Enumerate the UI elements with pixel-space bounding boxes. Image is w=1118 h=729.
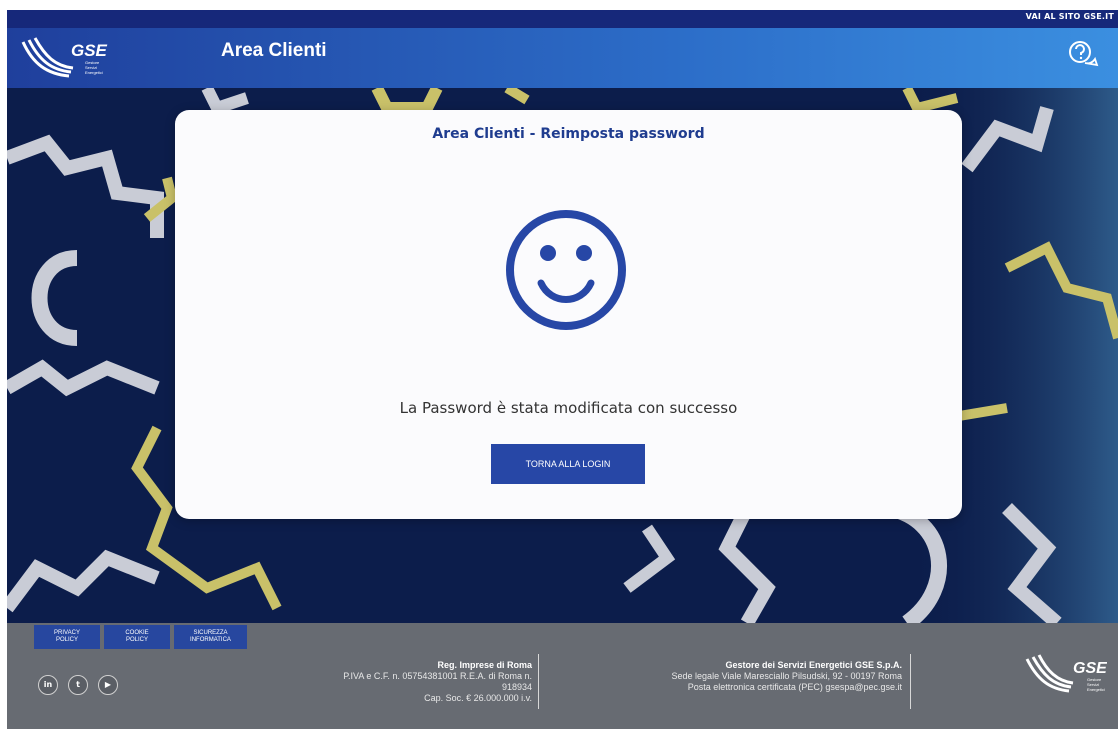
twitter-icon[interactable]: t [68,675,88,695]
youtube-icon[interactable]: ▶ [98,675,118,695]
hero-background: Area Clienti - Reimposta password La Pas… [7,88,1118,623]
top-strip: VAI AL SITO GSE.IT [7,10,1118,28]
gse-site-link[interactable]: VAI AL SITO GSE.IT [1026,12,1114,21]
privacy-policy-link[interactable]: PRIVACY POLICY [34,625,100,649]
company-info: Gestore dei Servizi Energetici GSE S.p.A… [671,660,902,692]
footer-divider [910,654,911,709]
header: GSE Gestore Servizi Energetici Area Clie… [7,28,1118,88]
help-chat-icon[interactable] [1066,38,1100,72]
card-title: Area Clienti - Reimposta password [432,126,705,142]
svg-text:Energetici: Energetici [1087,687,1105,692]
smiley-icon [506,210,626,330]
security-info-link[interactable]: SICUREZZA INFORMATICA [174,625,247,649]
page: VAI AL SITO GSE.IT GSE Gestore Servizi E… [7,10,1118,729]
reset-password-card: Area Clienti - Reimposta password La Pas… [175,110,962,519]
svg-text:Energetici: Energetici [85,70,103,75]
app-title: Area Clienti [221,40,327,61]
company-registration: Reg. Imprese di Roma P.IVA e C.F. n. 057… [343,660,532,703]
cookie-policy-link[interactable]: COOKIE POLICY [104,625,170,649]
footer-gse-logo: GSE Gestore Servizi Energetici [1025,654,1107,693]
gse-logo[interactable]: GSE Gestore Servizi Energetici [19,34,109,82]
logo-brand: GSE [71,41,108,60]
linkedin-icon[interactable]: in [38,675,58,695]
footer-divider [538,654,539,709]
success-message: La Password è stata modificata con succe… [399,399,738,417]
footer: PRIVACY POLICY COOKIE POLICY SICUREZZA I… [7,623,1118,729]
back-to-login-button[interactable]: TORNA ALLA LOGIN [491,444,645,484]
svg-text:GSE: GSE [1073,660,1107,677]
